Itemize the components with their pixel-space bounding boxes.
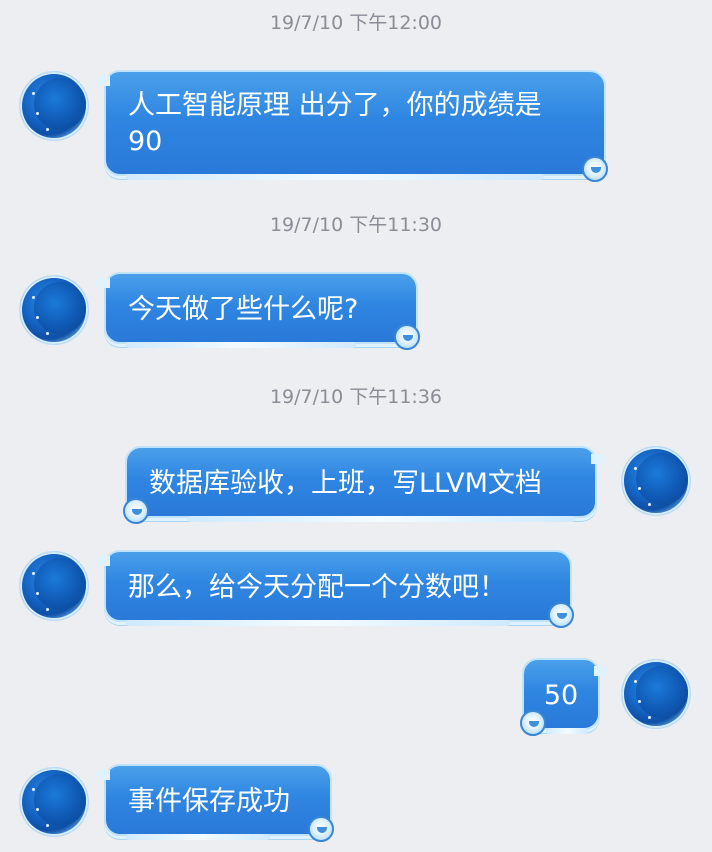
mascot-icon bbox=[520, 710, 546, 736]
bot-avatar-icon[interactable] bbox=[20, 276, 88, 344]
bot-avatar-icon[interactable] bbox=[20, 552, 88, 620]
message-bubble-left[interactable]: 那么，给今天分配一个分数吧！ bbox=[96, 550, 574, 628]
bot-avatar-icon[interactable] bbox=[20, 768, 88, 836]
user-avatar-icon[interactable] bbox=[622, 447, 690, 515]
message-text: 今天做了些什么呢? bbox=[128, 294, 359, 325]
message-text: 50 bbox=[543, 680, 579, 711]
message-bubble-right[interactable]: 数据库验收，上班，写LLVM文档 bbox=[123, 446, 605, 524]
timestamp: 19/7/10 下午11:30 bbox=[269, 214, 443, 236]
timestamp: 19/7/10 下午12:00 bbox=[269, 12, 443, 34]
message-text: 数据库验收，上班，写LLVM文档 bbox=[149, 468, 542, 499]
message-text: 那么，给今天分配一个分数吧！ bbox=[128, 572, 506, 603]
mascot-icon bbox=[123, 498, 149, 524]
mascot-icon bbox=[394, 324, 420, 350]
message-text: 事件保存成功 bbox=[128, 786, 290, 817]
message-bubble-right[interactable]: 50 bbox=[520, 658, 608, 736]
timestamp: 19/7/10 下午11:36 bbox=[269, 386, 443, 408]
message-bubble-left[interactable]: 事件保存成功 bbox=[96, 764, 334, 842]
message-bubble-left[interactable]: 人工智能原理 出分了，你的成绩是 90 bbox=[96, 70, 608, 182]
message-bubble-left[interactable]: 今天做了些什么呢? bbox=[96, 272, 420, 350]
mascot-icon bbox=[582, 156, 608, 182]
mascot-icon bbox=[548, 602, 574, 628]
bot-avatar-icon[interactable] bbox=[20, 72, 88, 140]
user-avatar-icon[interactable] bbox=[622, 660, 690, 728]
mascot-icon bbox=[308, 816, 334, 842]
message-text: 人工智能原理 出分了，你的成绩是 90 bbox=[128, 90, 542, 157]
